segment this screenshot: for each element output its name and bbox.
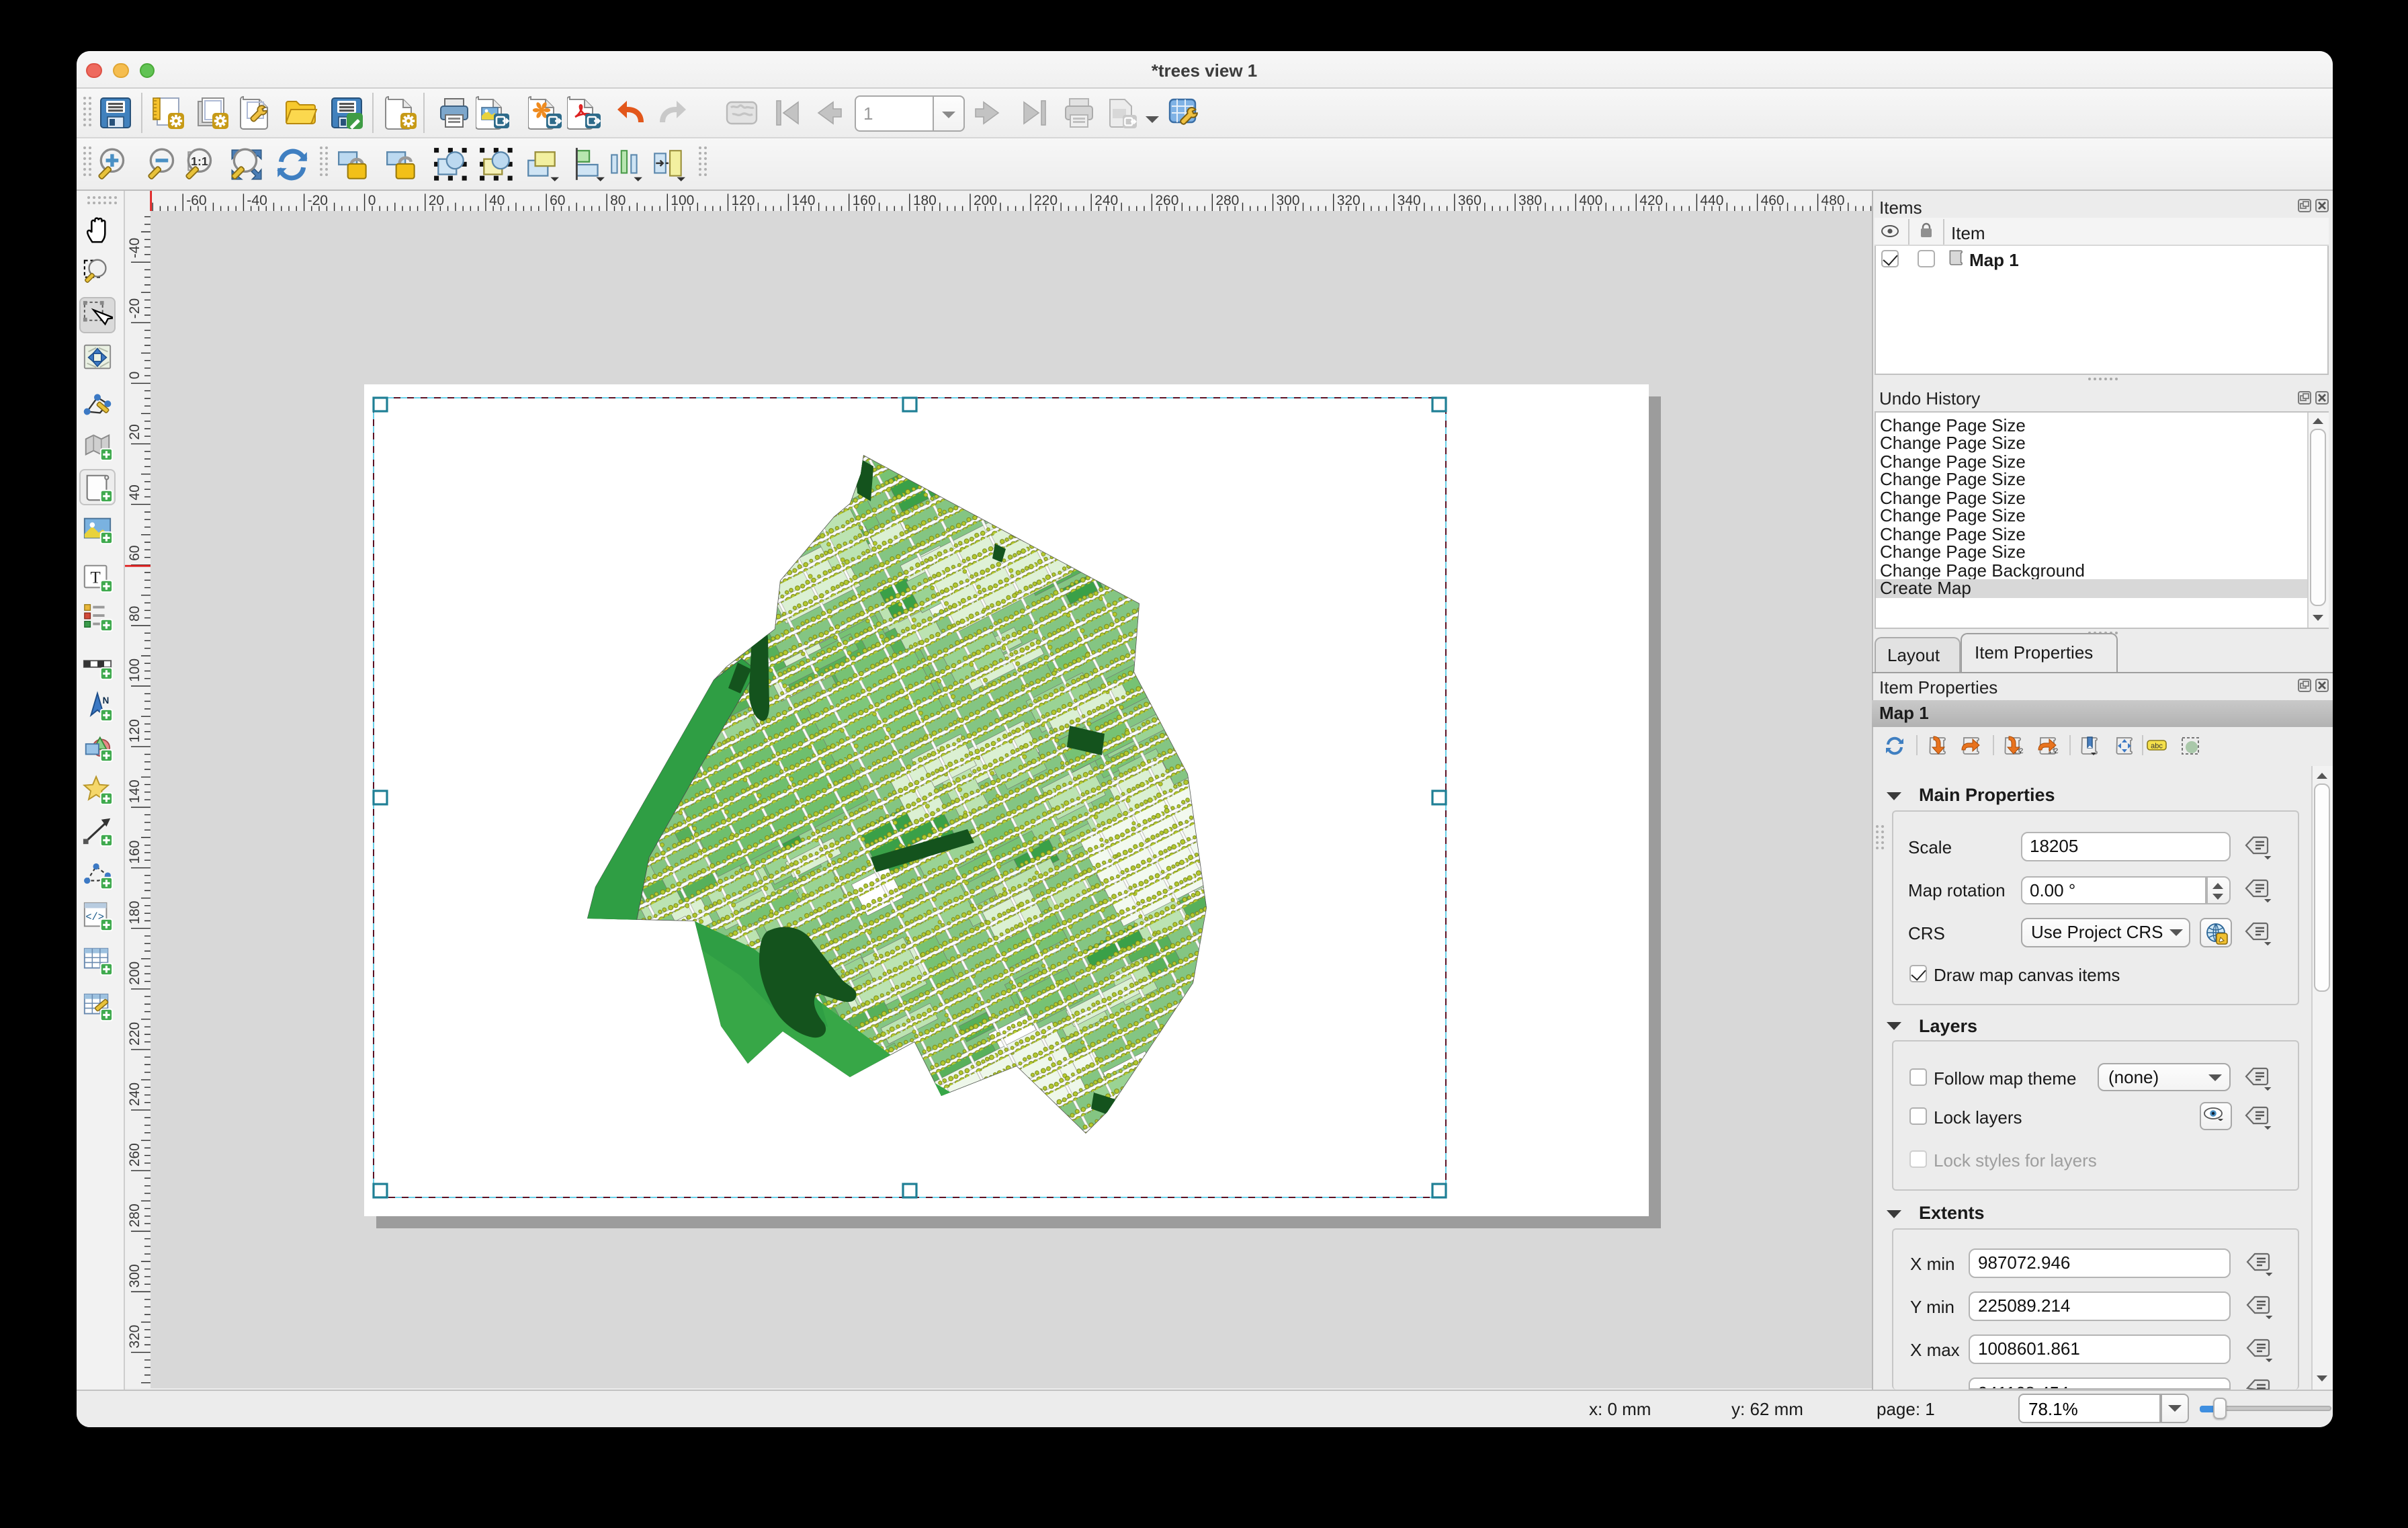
svg-text:100: 100 xyxy=(670,192,693,208)
svg-text:-40: -40 xyxy=(126,238,142,258)
svg-text:T: T xyxy=(91,569,101,587)
svg-text:200: 200 xyxy=(973,192,996,208)
svg-text:60: 60 xyxy=(126,546,142,561)
svg-text:80: 80 xyxy=(126,606,142,622)
svg-text:460: 460 xyxy=(1760,192,1784,208)
svg-text:180: 180 xyxy=(912,192,936,208)
svg-text:-60: -60 xyxy=(185,192,206,208)
svg-text:280: 280 xyxy=(126,1204,142,1228)
svg-text:abc: abc xyxy=(2150,742,2162,750)
svg-text:0: 0 xyxy=(126,372,142,380)
svg-text:220: 220 xyxy=(126,1023,142,1046)
svg-text:N: N xyxy=(103,695,110,706)
svg-text:-20: -20 xyxy=(307,192,327,208)
svg-text:180: 180 xyxy=(126,901,142,925)
svg-text:300: 300 xyxy=(126,1265,142,1288)
svg-text:320: 320 xyxy=(126,1325,142,1349)
svg-text:-20: -20 xyxy=(126,298,142,319)
svg-text:300: 300 xyxy=(1276,192,1299,208)
svg-text:20: 20 xyxy=(126,425,142,440)
svg-text:320: 320 xyxy=(1336,192,1360,208)
svg-text:140: 140 xyxy=(126,780,142,804)
svg-text:440: 440 xyxy=(1699,192,1723,208)
svg-text:380: 380 xyxy=(1518,192,1541,208)
svg-text:280: 280 xyxy=(1215,192,1238,208)
svg-text:400: 400 xyxy=(1578,192,1602,208)
svg-text:480: 480 xyxy=(1821,192,1844,208)
svg-text:100: 100 xyxy=(126,659,142,683)
svg-text:-40: -40 xyxy=(246,192,266,208)
svg-text:60: 60 xyxy=(549,192,564,208)
svg-text:0: 0 xyxy=(368,192,376,208)
svg-text:220: 220 xyxy=(1033,192,1057,208)
svg-text:40: 40 xyxy=(126,485,142,501)
svg-text:260: 260 xyxy=(126,1144,142,1167)
svg-text:20: 20 xyxy=(428,192,443,208)
svg-text:160: 160 xyxy=(126,841,142,864)
svg-text:340: 340 xyxy=(1397,192,1420,208)
svg-text:240: 240 xyxy=(126,1083,142,1107)
svg-text:420: 420 xyxy=(1639,192,1662,208)
svg-text:200: 200 xyxy=(126,962,142,985)
svg-text:240: 240 xyxy=(1094,192,1117,208)
svg-text:120: 120 xyxy=(126,720,142,743)
svg-text:1:1: 1:1 xyxy=(191,154,208,167)
svg-text:360: 360 xyxy=(1457,192,1481,208)
svg-text:260: 260 xyxy=(1154,192,1178,208)
svg-text:120: 120 xyxy=(730,192,754,208)
svg-text:140: 140 xyxy=(791,192,814,208)
svg-text:80: 80 xyxy=(609,192,625,208)
svg-text:160: 160 xyxy=(852,192,875,208)
svg-text:40: 40 xyxy=(488,192,504,208)
